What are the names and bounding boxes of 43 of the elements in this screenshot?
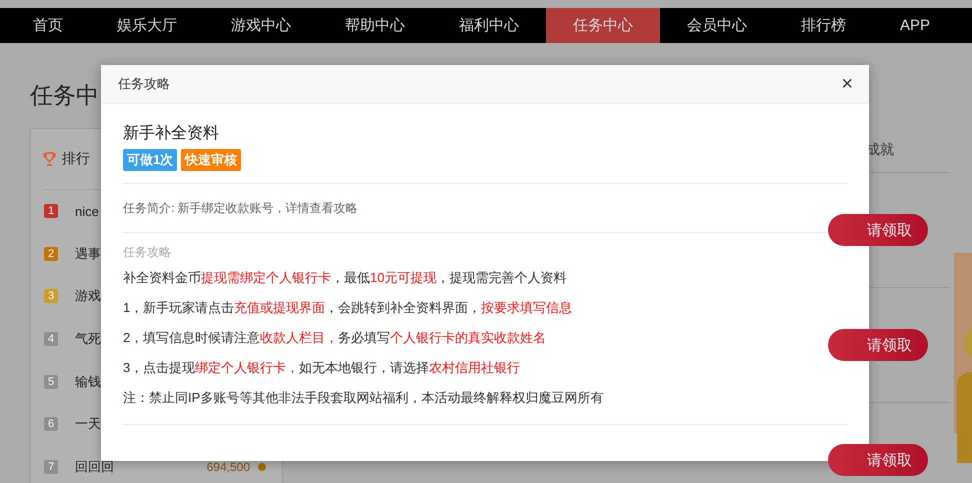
rank-badge: 7	[44, 460, 58, 474]
player-name: 游戏	[75, 287, 101, 306]
page-title: 任务中	[30, 81, 99, 110]
card-title: 排行	[62, 150, 90, 168]
trophy-icon	[43, 152, 56, 166]
rank-badge: 2	[44, 246, 58, 261]
nav-item[interactable]: 排行榜	[774, 8, 873, 43]
player-name: 气死	[75, 330, 101, 348]
rank-badge: 4	[44, 332, 58, 346]
guide-text: 2，填写信息时候请注意收款人栏目，务必填写个人银行卡的真实收款姓名	[123, 329, 546, 347]
nav-item[interactable]: 游戏中心	[204, 8, 318, 43]
task-summary: 任务简介: 新手绑定收款账号，详情查看攻略	[123, 201, 358, 215]
rank-badge: 3	[44, 289, 58, 304]
nav-item[interactable]: APP	[873, 8, 958, 43]
task-badge: 可做1次	[123, 149, 178, 171]
nav-item[interactable]: 会员中心	[660, 8, 774, 43]
claim-button[interactable]: 请领取	[828, 214, 928, 246]
rank-badge: 1	[44, 204, 58, 218]
coin-icon	[258, 462, 266, 471]
claim-button[interactable]: 请领取	[828, 444, 928, 476]
task-name: 新手补全资料	[123, 124, 219, 144]
claim-button[interactable]: 请领取	[828, 329, 928, 361]
player-name: 一天	[75, 415, 101, 434]
nav-item[interactable]: 首页	[6, 8, 90, 43]
player-name: nice	[75, 204, 99, 219]
nav-item[interactable]: 帮助中心	[318, 8, 432, 43]
nav-item[interactable]: 任务中心	[546, 8, 660, 43]
guide-text: 1，新手玩家请点击充值或提现界面，会跳转到补全资料界面，按要求填写信息	[123, 299, 572, 317]
guide-text: 3，点击提现绑定个人银行卡，如无本地银行，请选择农村信用社银行	[123, 359, 520, 377]
section-heading: 任务攻略	[123, 244, 171, 261]
player-name: 回回回	[75, 458, 114, 476]
player-name: 输钱	[75, 372, 101, 391]
player-name: 遇事	[75, 244, 101, 263]
rank-badge: 5	[44, 374, 58, 389]
close-button[interactable]: ×	[839, 74, 855, 94]
guide-text: 补全资料金币提现需绑定个人银行卡，最低10元可提现，提现需完善个人资料	[123, 269, 566, 287]
nav-item[interactable]: 福利中心	[432, 8, 546, 43]
player-score: 694,500	[206, 460, 250, 474]
dialog-title: 任务攻略	[118, 75, 170, 93]
rank-badge: 6	[44, 417, 58, 432]
task-badge: 快速审核	[181, 149, 242, 171]
nav-item[interactable]: 娱乐大厅	[90, 8, 204, 43]
guide-text: 注：禁止同IP多账号等其他非法手段套取网站福利，本活动最终解释权归魔豆网所有	[123, 389, 604, 407]
